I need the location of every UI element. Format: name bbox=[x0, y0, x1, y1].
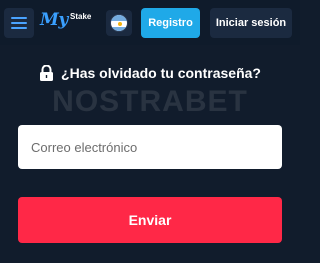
lock-icon bbox=[40, 65, 54, 81]
hamburger-menu-button[interactable] bbox=[4, 8, 34, 38]
watermark: NOSTRABET bbox=[52, 85, 248, 118]
hamburger-icon bbox=[11, 17, 27, 19]
email-field[interactable] bbox=[18, 125, 282, 169]
login-button[interactable]: Iniciar sesión bbox=[210, 8, 292, 38]
argentina-flag-icon bbox=[110, 14, 128, 32]
forgot-password-page: My Stake Registro Iniciar sesión NOSTRAB… bbox=[0, 0, 300, 263]
mystake-logo[interactable]: My Stake bbox=[40, 10, 96, 34]
hamburger-icon bbox=[11, 27, 27, 29]
register-button[interactable]: Registro bbox=[141, 8, 200, 38]
submit-button[interactable]: Enviar bbox=[18, 197, 282, 243]
page-title: ¿Has olvidado tu contraseña? bbox=[61, 65, 261, 81]
form-title-row: ¿Has olvidado tu contraseña? bbox=[0, 62, 300, 84]
hamburger-icon bbox=[11, 22, 27, 24]
logo-script: My bbox=[40, 10, 68, 30]
language-selector[interactable] bbox=[106, 10, 132, 36]
logo-word: Stake bbox=[70, 12, 92, 21]
top-header: My Stake Registro Iniciar sesión bbox=[0, 0, 300, 45]
